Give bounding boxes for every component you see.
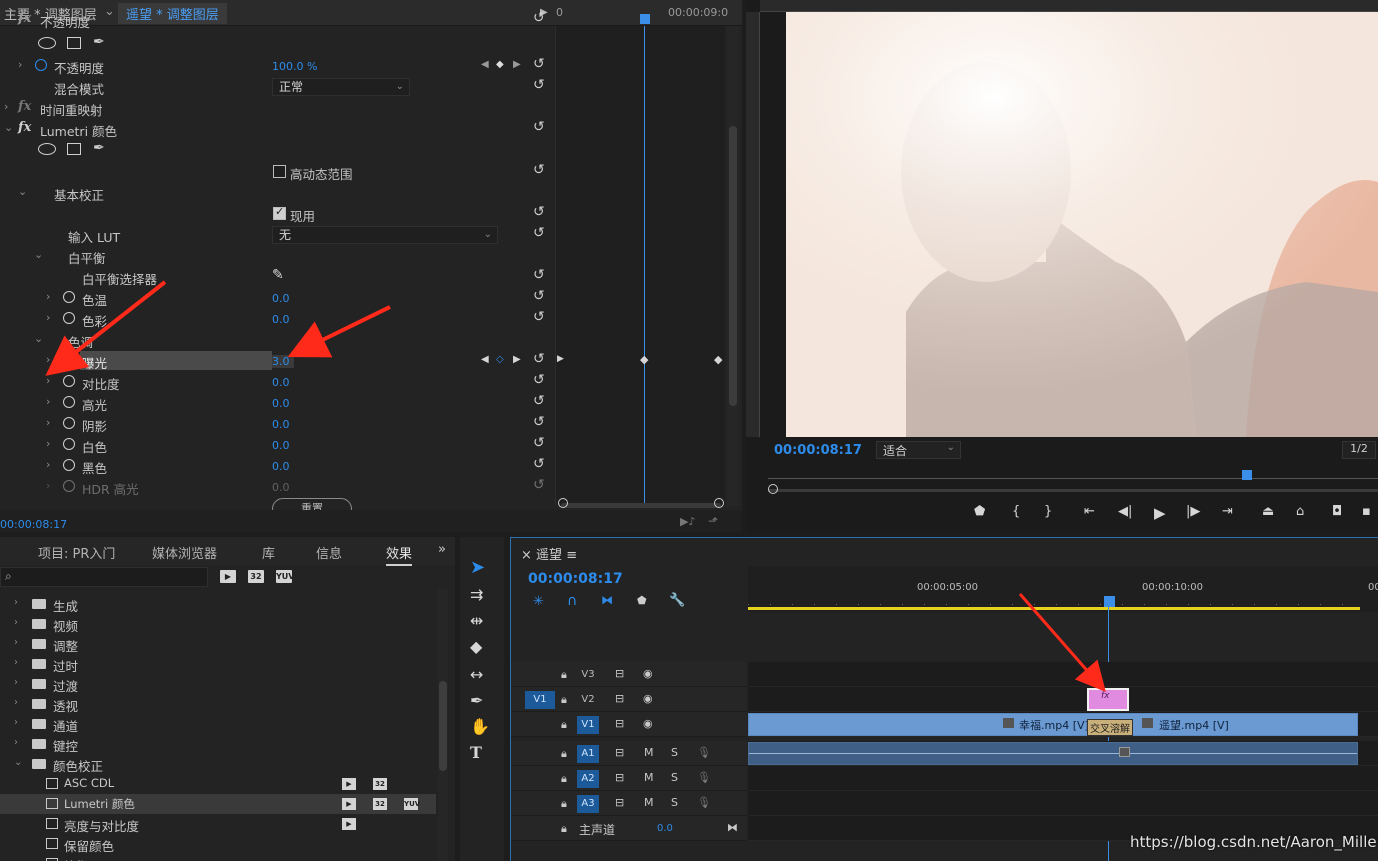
annotation-arrow-clip (1018, 593, 1106, 693)
annotation-arrow-stopwatch (45, 280, 167, 376)
annotation-arrows (45, 280, 1106, 693)
watermark: https://blog.csdn.net/Aaron_Miller (1130, 833, 1378, 851)
annotation-arrow-value (287, 305, 391, 358)
